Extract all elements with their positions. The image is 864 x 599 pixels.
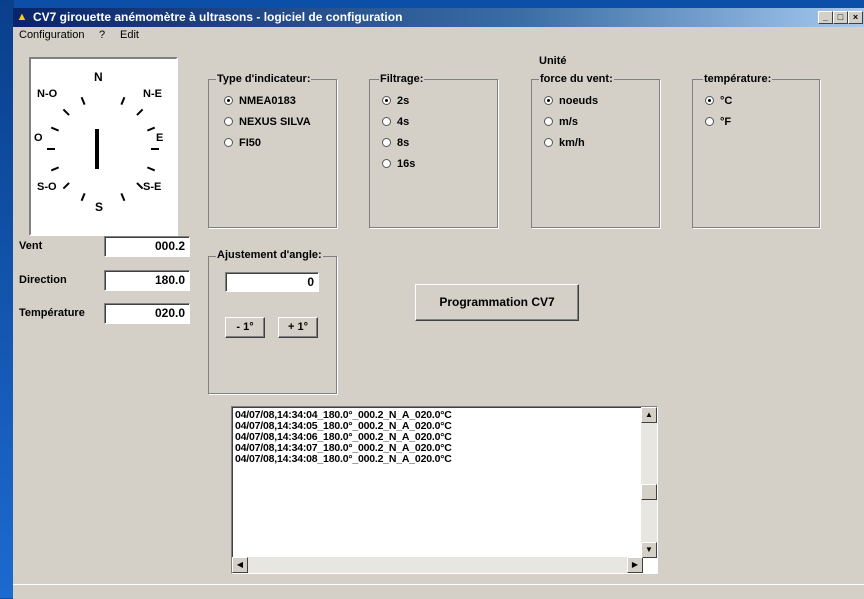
menu-configuration[interactable]: Configuration [19,29,84,41]
app-window: ▲ CV7 girouette anémomètre à ultrasons -… [13,8,864,599]
radio-label: NMEA0183 [239,95,296,107]
compass-tick [120,96,126,106]
radio-label: 16s [397,158,416,170]
temperature-field[interactable]: 020.0 [104,303,190,324]
radio-16s[interactable]: 16s [382,157,415,171]
temperature-unit-label: température: [703,73,773,85]
compass-tick [50,126,60,132]
radio-dot [544,116,553,126]
compass-label-no: N-O [37,88,58,100]
radio-dot [382,158,391,168]
scroll-left-button[interactable]: ◀ [232,557,248,573]
radio-dot [224,137,233,147]
radio-kmh[interactable]: km/h [544,136,585,150]
compass-label-so: S-O [37,181,57,193]
compass-tick [62,182,70,190]
radio-fi50[interactable]: FI50 [224,136,261,150]
compass-dial [47,96,159,202]
menu-help[interactable]: ? [99,29,105,41]
vent-field[interactable]: 000.2 [104,236,190,257]
radio-dot [705,95,714,105]
radio-label: FI50 [239,137,262,149]
angle-plus-button[interactable]: + 1° [278,317,318,338]
compass-tick [136,108,144,116]
force-vent-label: force du vent: [539,73,614,85]
radio-label: 8s [397,137,410,149]
status-bar [13,584,864,599]
vertical-scrollbar[interactable]: ▲ ▼ [641,407,657,558]
compass-tick [80,192,86,202]
compass-label-s: S [95,200,104,214]
filtrage-label: Filtrage: [379,73,425,85]
direction-label: Direction [19,274,67,286]
compass-label-n: N [94,70,103,84]
radio-dot [382,137,391,147]
radio-dot [544,137,553,147]
unite-heading: Unité [538,55,568,67]
radio-label: °C [720,95,733,107]
horizontal-scrollbar[interactable]: ◀ ▶ [232,557,643,573]
compass-label-e: E [156,132,164,144]
desktop-background [0,0,14,598]
vent-label: Vent [19,240,43,252]
angle-minus-button[interactable]: - 1° [225,317,265,338]
radio-label: 2s [397,95,410,107]
radio-label: °F [720,116,732,128]
compass-tick [146,166,156,172]
compass-tick [50,166,60,172]
compass-tick [120,192,126,202]
compass-label-ne: N-E [143,88,162,100]
radio-dot [224,95,233,105]
radio-label: km/h [559,137,585,149]
app-icon: ▲ [16,11,28,23]
radio-ms[interactable]: m/s [544,115,578,129]
radio-nmea0183[interactable]: NMEA0183 [224,94,296,108]
direction-field[interactable]: 180.0 [104,270,190,291]
scroll-up-button[interactable]: ▲ [641,407,657,423]
radio-celsius[interactable]: °C [705,94,732,108]
programmation-button[interactable]: Programmation CV7 [415,284,579,321]
type-indicateur-label: Type d'indicateur: [216,73,312,85]
radio-2s[interactable]: 2s [382,94,409,108]
maximize-button[interactable]: □ [833,11,848,24]
compass-tick [146,126,156,132]
compass-needle [95,129,99,169]
angle-field[interactable]: 0 [225,272,319,292]
log-line: 04/07/08,14:34:08_180.0°_000.2_N_A_020.0… [235,453,452,465]
radio-nexus-silva[interactable]: NEXUS SILVA [224,115,311,129]
compass-tick [136,182,144,190]
scroll-down-button[interactable]: ▼ [641,542,657,558]
scroll-right-button[interactable]: ▶ [627,557,643,573]
radio-dot [224,116,233,126]
radio-fahrenheit[interactable]: °F [705,115,731,129]
compass-label-se: S-E [143,181,162,193]
angle-label: Ajustement d'angle: [216,249,323,261]
radio-dot [544,95,553,105]
close-button[interactable]: × [848,11,863,24]
log-textarea[interactable]: 04/07/08,14:34:04_180.0°_000.2_N_A_020.0… [231,406,658,574]
radio-dot [382,116,391,126]
title-bar[interactable]: ▲ CV7 girouette anémomètre à ultrasons -… [13,8,864,27]
radio-8s[interactable]: 8s [382,136,409,150]
compass-tick [80,96,86,106]
minimize-button[interactable]: _ [818,11,833,24]
compass-display: N N-E E S-E S S-O O N-O [29,57,178,236]
radio-4s[interactable]: 4s [382,115,409,129]
radio-label: noeuds [559,95,599,107]
radio-label: NEXUS SILVA [239,116,311,128]
radio-label: 4s [397,116,410,128]
scroll-thumb[interactable] [641,484,657,500]
radio-noeuds[interactable]: noeuds [544,94,598,108]
window-title: CV7 girouette anémomètre à ultrasons - l… [33,10,403,24]
radio-dot [705,116,714,126]
compass-label-o: O [34,132,43,144]
radio-label: m/s [559,116,578,128]
radio-dot [382,95,391,105]
temperature-label: Température [19,307,85,319]
compass-tick [62,108,70,116]
menu-bar: Configuration ? Edit [13,28,864,44]
menu-edit[interactable]: Edit [120,29,139,41]
